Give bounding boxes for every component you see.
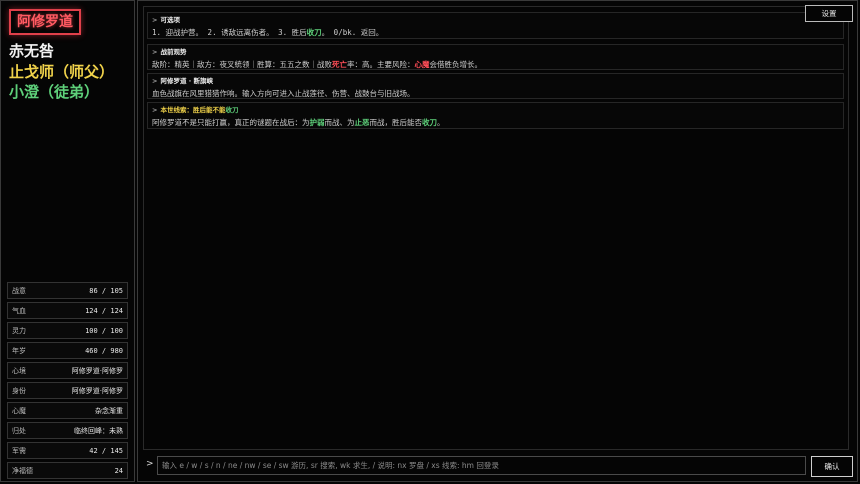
- disciple-name: 小澄（徒弟）: [9, 83, 100, 101]
- battle-assessment-card: > 战前观势 敌阶：精英｜敌方：夜叉統领｜胜算：五五之数｜战败死亡率：高。主要风险…: [147, 44, 844, 70]
- stat-row-supplies: 军需 42 / 145: [7, 442, 128, 459]
- stat-value: 阿修罗道·阿修罗: [71, 366, 123, 375]
- stat-row-age: 年岁 460 / 980: [7, 342, 128, 359]
- location-card: > 阿修罗道 · 断旗峡 血色战旗在风里猎猎作响。输入方向可进入止战莲径、伤营、战…: [147, 73, 844, 99]
- text-segment: 而战，胜后能否: [369, 118, 423, 127]
- text-segment: 率：高。主要风险：: [347, 60, 415, 69]
- text-segment: 而战、为: [324, 118, 355, 127]
- card-title: 本世线索：胜后能不能: [160, 106, 226, 114]
- highlight-protect-weak: 护弱: [309, 118, 325, 127]
- stat-value: 124 / 124: [85, 306, 123, 315]
- card-title: 战前观势: [160, 48, 187, 56]
- text-segment: 敌阶：精英｜敌方：夜叉統领｜胜算：五五之数｜战败: [152, 60, 332, 69]
- stat-label: 归处: [12, 426, 26, 435]
- stat-value: 42 / 145: [89, 446, 123, 455]
- main-panel: > 可选项 1. 迎战护营。 2. 诱敌远离伤者。 3. 胜后收刀。 0/bk. …: [137, 0, 858, 482]
- text-segment: 。: [437, 118, 445, 127]
- confirm-button[interactable]: 确认: [811, 456, 853, 477]
- player-name: 赤无咎: [9, 42, 55, 60]
- stat-label: 年岁: [12, 346, 26, 355]
- stat-row-merit: 净福德 24: [7, 462, 128, 479]
- stat-row-battle-will: 战意 86 / 105: [7, 282, 128, 299]
- stat-row-destination: 归处 临终回峰：未熟: [7, 422, 128, 439]
- settings-button[interactable]: 设置: [805, 5, 853, 22]
- stat-row-mana: 灵力 100 / 100: [7, 322, 128, 339]
- stat-label: 心境: [12, 366, 26, 375]
- card-title: 可选项: [160, 16, 180, 24]
- command-input[interactable]: [157, 456, 806, 475]
- stat-label: 心魔: [12, 406, 26, 415]
- stats-panel: 战意 86 / 105 气血 124 / 124 灵力 100 / 100 年岁…: [7, 282, 128, 482]
- message-log[interactable]: > 可选项 1. 迎战护营。 2. 诱敌远离伤者。 3. 胜后收刀。 0/bk. …: [143, 6, 849, 450]
- card-body: 血色战旗在风里猎猎作响。输入方向可进入止战莲径、伤营、战鼓台与旧战场。: [152, 89, 415, 98]
- stat-label: 气血: [12, 306, 26, 315]
- caret-icon: >: [152, 106, 158, 114]
- highlight-stop-evil: 止恶: [354, 118, 370, 127]
- realm-title: 阿修罗道: [9, 9, 81, 35]
- stat-row-hp: 气血 124 / 124: [7, 302, 128, 319]
- highlight-death: 死亡: [332, 60, 347, 69]
- stat-label: 军需: [12, 446, 26, 455]
- card-body: 敌阶：精英｜敌方：夜叉統领｜胜算：五五之数｜战败死亡率：高。主要风险：心魔会借胜…: [152, 59, 839, 71]
- stat-label: 灵力: [12, 326, 26, 335]
- card-body: 阿修罗道不是只能打赢，真正的谜题在战后：为护弱而战、为止恶而战，胜后能否收刀。: [152, 117, 839, 129]
- clue-card: > 本世线索：胜后能不能收刀 阿修罗道不是只能打赢，真正的谜题在战后：为护弱而战、…: [147, 102, 844, 129]
- options-card: > 可选项 1. 迎战护营。 2. 诱敌远离伤者。 3. 胜后收刀。 0/bk. …: [147, 12, 844, 39]
- stat-value: 100 / 100: [85, 326, 123, 335]
- master-name: 止戈师（师父）: [9, 63, 115, 81]
- stat-value: 阿修罗道·阿修罗: [71, 386, 123, 395]
- stat-row-inner-demon: 心魔 杂念渐重: [7, 402, 128, 419]
- command-bar: > 确认: [143, 454, 853, 478]
- highlight-sheathe: 收刀: [225, 106, 239, 114]
- stat-label: 战意: [12, 286, 26, 295]
- card-title: 阿修罗道 · 断旗峡: [160, 77, 213, 85]
- text-segment: 。 0/bk. 返回。: [321, 28, 384, 37]
- card-body: 1. 迎战护营。 2. 诱敌远离伤者。 3. 胜后收刀。 0/bk. 返回。: [152, 27, 839, 39]
- text-segment: 阿修罗道不是只能打赢，真正的谜题在战后：为: [152, 118, 310, 127]
- stat-label: 身份: [12, 386, 26, 395]
- stat-value: 460 / 980: [85, 346, 123, 355]
- highlight-sheathe: 收刀: [306, 28, 322, 37]
- stat-row-identity: 身份 阿修罗道·阿修罗: [7, 382, 128, 399]
- caret-icon: >: [152, 77, 158, 85]
- stat-row-mind: 心境 阿修罗道·阿修罗: [7, 362, 128, 379]
- highlight-sheathe: 收刀: [422, 118, 437, 127]
- text-segment: 会借胜负增长。: [429, 60, 483, 69]
- stat-label: 净福德: [12, 466, 33, 475]
- text-segment: 1. 迎战护营。 2. 诱敌远离伤者。 3. 胜后: [152, 28, 307, 37]
- caret-icon: >: [152, 48, 158, 56]
- stat-value: 临终回峰：未熟: [74, 426, 123, 435]
- sidebar: 阿修罗道 赤无咎 止戈师（师父） 小澄（徒弟） 战意 86 / 105 气血 1…: [0, 0, 135, 482]
- prompt-icon: >: [146, 459, 154, 469]
- stat-value: 24: [114, 466, 123, 475]
- stat-value: 杂念渐重: [95, 406, 123, 415]
- caret-icon: >: [152, 16, 158, 24]
- highlight-inner-demon: 心魔: [414, 60, 430, 69]
- stat-value: 86 / 105: [89, 286, 123, 295]
